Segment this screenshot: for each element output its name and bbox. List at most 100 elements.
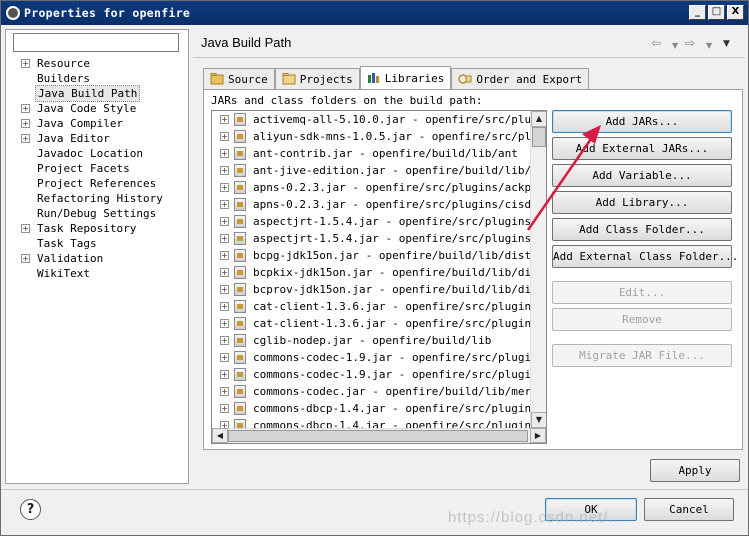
apply-button[interactable]: Apply — [650, 459, 740, 482]
nav-item-java-compiler[interactable]: + Java Compiler — [6, 116, 188, 131]
jar-label: aliyun-sdk-mns-1.0.5.jar - openfire/src/… — [253, 130, 530, 143]
expand-icon[interactable]: + — [21, 134, 30, 143]
watermark: https://blog.csdn.net/... — [448, 509, 624, 526]
expand-icon[interactable]: + — [21, 59, 30, 68]
jar-row[interactable]: + bcpg-jdk15on.jar - openfire/build/lib/d… — [212, 247, 530, 264]
jar-row[interactable]: + apns-0.2.3.jar - openfire/src/plugins/c… — [212, 196, 530, 213]
jar-row[interactable]: + cat-client-1.3.6.jar - openfire/src/plu… — [212, 298, 530, 315]
add-library-button[interactable]: Add Library... — [552, 191, 732, 214]
expand-icon[interactable]: + — [220, 387, 229, 396]
expand-icon[interactable]: + — [220, 251, 229, 260]
jar-label: commons-codec.jar - openfire/build/lib/m… — [253, 385, 530, 398]
expand-icon[interactable]: + — [220, 370, 229, 379]
jar-row[interactable]: + ant-jive-edition.jar - openfire/build/l… — [212, 162, 530, 179]
expand-icon[interactable]: + — [220, 421, 229, 428]
tab-projects[interactable]: Projects — [274, 68, 360, 89]
back-arrow-icon[interactable]: ⇦ — [651, 36, 661, 50]
jar-row[interactable]: + ant-contrib.jar - openfire/build/lib/an… — [212, 145, 530, 162]
nav-item-builders[interactable]: Builders — [6, 71, 188, 86]
jar-row[interactable]: + aspectjrt-1.5.4.jar - openfire/src/plug… — [212, 230, 530, 247]
scroll-up-icon[interactable]: ▲ — [531, 111, 546, 127]
expand-icon[interactable]: + — [220, 302, 229, 311]
tab-order-export-label: Order and Export — [476, 72, 583, 86]
expand-icon[interactable]: + — [220, 217, 229, 226]
horizontal-scrollbar[interactable]: ◀ ▶ — [212, 428, 546, 443]
nav-item-java-build-path[interactable]: Java Build Path — [6, 85, 188, 102]
jar-row[interactable]: + commons-codec-1.9.jar - openfire/src/pl… — [212, 349, 530, 366]
jar-row[interactable]: + aliyun-sdk-mns-1.0.5.jar - openfire/src… — [212, 128, 530, 145]
nav-item-refactoring-history[interactable]: Refactoring History — [6, 191, 188, 206]
nav-item-javadoc-location[interactable]: Javadoc Location — [6, 146, 188, 161]
scroll-right-icon[interactable]: ▶ — [530, 428, 546, 443]
expand-icon[interactable]: + — [220, 132, 229, 141]
migrate-jar-button[interactable]: Migrate JAR File... — [552, 344, 732, 367]
expand-icon[interactable]: + — [220, 404, 229, 413]
vertical-scrollbar[interactable]: ▲ ▼ — [530, 111, 546, 428]
jars-tree[interactable]: + activemq-all-5.10.0.jar - openfire/src/… — [211, 110, 547, 444]
nav-item-task-repository[interactable]: + Task Repository — [6, 221, 188, 236]
vertical-scroll-thumb[interactable] — [532, 127, 546, 147]
jar-row[interactable]: + activemq-all-5.10.0.jar - openfire/src/… — [212, 111, 530, 128]
back-menu-chevron-icon[interactable]: ▼ — [672, 41, 678, 50]
expand-icon[interactable]: + — [220, 285, 229, 294]
nav-item-resource[interactable]: + Resource — [6, 56, 188, 71]
expand-icon[interactable]: + — [220, 115, 229, 124]
expand-icon[interactable]: + — [220, 336, 229, 345]
add-jars-button[interactable]: Add JARs... — [552, 110, 732, 133]
add-external-jars-button[interactable]: Add External JARs... — [552, 137, 732, 160]
jar-row[interactable]: + commons-codec-1.9.jar - openfire/src/pl… — [212, 366, 530, 383]
expand-icon[interactable]: + — [21, 119, 30, 128]
jar-row[interactable]: + commons-dbcp-1.4.jar - openfire/src/plu… — [212, 400, 530, 417]
expand-icon[interactable]: + — [21, 104, 30, 113]
jar-row[interactable]: + commons-codec.jar - openfire/build/lib/… — [212, 383, 530, 400]
nav-item-java-editor[interactable]: + Java Editor — [6, 131, 188, 146]
add-external-class-folder-button[interactable]: Add External Class Folder... — [552, 245, 738, 268]
nav-item-wikitext[interactable]: WikiText — [6, 266, 188, 281]
maximize-button[interactable]: □ — [708, 5, 725, 20]
jar-row[interactable]: + cat-client-1.3.6.jar - openfire/src/plu… — [212, 315, 530, 332]
nav-item-java-code-style[interactable]: + Java Code Style — [6, 101, 188, 116]
nav-item-validation[interactable]: + Validation — [6, 251, 188, 266]
forward-arrow-icon[interactable]: ⇨ — [685, 36, 695, 50]
cancel-button[interactable]: Cancel — [644, 498, 734, 521]
close-button[interactable]: X — [727, 5, 744, 20]
jar-row[interactable]: + cglib-nodep.jar - openfire/build/lib — [212, 332, 530, 349]
expand-icon[interactable]: + — [220, 166, 229, 175]
expand-icon[interactable]: + — [220, 268, 229, 277]
expand-icon[interactable]: + — [220, 200, 229, 209]
filter-input[interactable] — [13, 33, 179, 52]
add-class-folder-button[interactable]: Add Class Folder... — [552, 218, 732, 241]
expand-icon[interactable]: + — [220, 234, 229, 243]
expand-icon[interactable]: + — [220, 353, 229, 362]
expand-icon[interactable]: + — [220, 183, 229, 192]
nav-item-project-references[interactable]: Project References — [6, 176, 188, 191]
nav-item-run-debug-settings[interactable]: Run/Debug Settings — [6, 206, 188, 221]
help-icon[interactable]: ? — [20, 499, 41, 520]
horizontal-scroll-thumb[interactable] — [228, 430, 528, 442]
tab-order-export[interactable]: Order and Export — [451, 68, 590, 89]
nav-item-task-tags[interactable]: Task Tags — [6, 236, 188, 251]
edit-button[interactable]: Edit... — [552, 281, 732, 304]
forward-menu-chevron-icon[interactable]: ▼ — [706, 41, 712, 50]
jar-row[interactable]: + bcprov-jdk15on.jar - openfire/build/lib… — [212, 281, 530, 298]
view-menu-icon[interactable]: ▼ — [723, 39, 730, 49]
scroll-down-icon[interactable]: ▼ — [531, 412, 546, 428]
jar-row[interactable]: + aspectjrt-1.5.4.jar - openfire/src/plug… — [212, 213, 530, 230]
footer-separator — [1, 489, 748, 490]
expand-icon[interactable]: + — [21, 254, 30, 263]
eclipse-icon — [6, 6, 20, 20]
tab-source[interactable]: Source — [203, 68, 275, 89]
jar-row[interactable]: + apns-0.2.3.jar - openfire/src/plugins/a… — [212, 179, 530, 196]
tab-libraries[interactable]: Libraries — [359, 66, 452, 89]
jar-row[interactable]: + commons-dbcp-1.4.jar - openfire/src/plu… — [212, 417, 530, 428]
jar-icon — [234, 147, 246, 160]
scroll-left-icon[interactable]: ◀ — [212, 428, 228, 443]
nav-item-project-facets[interactable]: Project Facets — [6, 161, 188, 176]
minimize-button[interactable]: _ — [689, 5, 706, 20]
remove-button[interactable]: Remove — [552, 308, 732, 331]
jar-row[interactable]: + bcpkix-jdk15on.jar - openfire/build/lib… — [212, 264, 530, 281]
expand-icon[interactable]: + — [220, 319, 229, 328]
expand-icon[interactable]: + — [21, 224, 30, 233]
add-variable-button[interactable]: Add Variable... — [552, 164, 732, 187]
expand-icon[interactable]: + — [220, 149, 229, 158]
